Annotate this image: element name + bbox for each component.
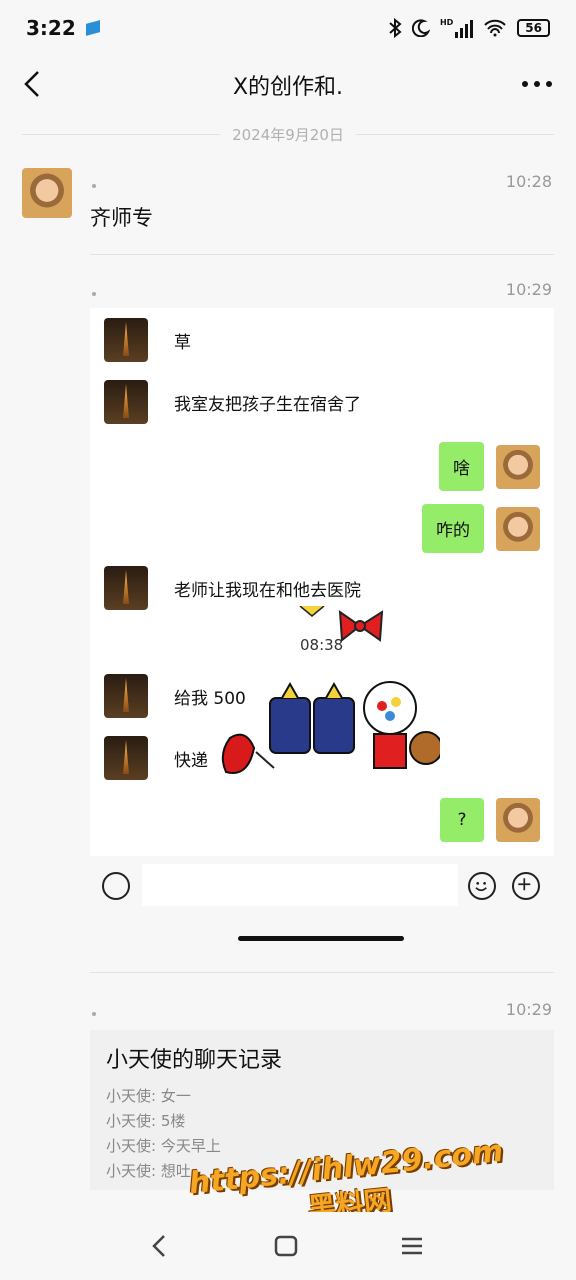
contact-avatar [104, 380, 148, 424]
nav-home-icon[interactable] [272, 1232, 300, 1260]
nav-menu-icon[interactable] [398, 1232, 426, 1260]
message-time: 10:29 [505, 1000, 552, 1019]
home-indicator [238, 936, 404, 941]
incoming-message: 我室友把孩子生在宿舍了 [174, 394, 361, 415]
signal-icon: HD [439, 18, 474, 38]
incoming-message: 草 [174, 332, 191, 353]
message-divider [90, 972, 554, 973]
message-divider [90, 254, 554, 255]
message-time: 10:28 [505, 172, 552, 191]
message-time: 10:29 [505, 280, 552, 299]
date-label: 2024年9月20日 [232, 125, 344, 144]
incoming-message: 老师让我现在和他去医院 [174, 580, 361, 601]
inner-text-field [142, 864, 458, 906]
status-icons: HD 56 [388, 18, 550, 38]
message-text[interactable]: 齐师专 [90, 202, 153, 232]
app-notification-icon [85, 20, 100, 36]
plus-icon [512, 872, 540, 900]
my-avatar [496, 506, 540, 551]
chat-history-line: 小天使: 5楼 [106, 1112, 186, 1130]
sender-name-dot [92, 1012, 96, 1016]
emoji-icon [468, 872, 496, 900]
chat-history-title: 小天使的聊天记录 [106, 1048, 283, 1073]
nav-back-icon[interactable] [146, 1232, 174, 1260]
back-chevron-icon[interactable] [18, 68, 46, 100]
outgoing-bubble: 啥 [439, 442, 484, 491]
forwarded-screenshot-card[interactable]: 草 我室友把孩子生在宿舍了 啥 咋的 老师让我现在和他去医院 08:38 给我 … [90, 308, 554, 950]
chat-row-incoming: 草 [104, 318, 191, 362]
status-time: 3:22 [26, 16, 76, 40]
chat-history-line: 小天使: 女一 [106, 1087, 191, 1105]
my-avatar [496, 798, 540, 842]
status-bar: 3:22 HD 56 [0, 0, 576, 56]
sender-avatar[interactable] [22, 168, 72, 218]
voice-input-icon [102, 872, 130, 900]
contact-avatar [104, 318, 148, 362]
inner-chat-time: 08:38 [300, 636, 344, 654]
sender-name-dot [92, 292, 96, 296]
network-type-label: HD [439, 18, 454, 27]
outgoing-bubble: ? [440, 798, 484, 842]
sender-name-dot [92, 184, 96, 188]
outgoing-bubble: 咋的 [422, 504, 484, 553]
chat-row-incoming: 老师让我现在和他去医院 [104, 566, 361, 610]
bluetooth-icon [389, 18, 402, 38]
my-avatar [496, 444, 540, 489]
inner-input-bar [90, 856, 554, 950]
contact-avatar [104, 674, 148, 718]
cartoon-sticker [221, 681, 440, 774]
more-options-icon[interactable] [520, 72, 554, 96]
chat-header: X的创作和. [0, 56, 576, 114]
wifi-icon [484, 19, 507, 37]
chat-row-incoming: 我室友把孩子生在宿舍了 [104, 380, 361, 424]
page-title: X的创作和. [232, 75, 344, 100]
chat-row-outgoing: 咋的 [422, 504, 540, 553]
date-divider: 2024年9月20日 [22, 122, 554, 146]
contact-avatar [104, 736, 148, 780]
system-nav-bar [0, 1212, 576, 1280]
battery-icon: 56 [517, 19, 550, 37]
outgoing-message: 咋的 [436, 521, 470, 541]
do-not-disturb-moon-icon [411, 19, 430, 37]
outgoing-message: 啥 [453, 459, 470, 479]
contact-avatar [104, 566, 148, 610]
chat-row-outgoing: ? [440, 798, 540, 842]
outgoing-message: ? [457, 810, 467, 830]
chat-row-outgoing: 啥 [439, 442, 540, 491]
